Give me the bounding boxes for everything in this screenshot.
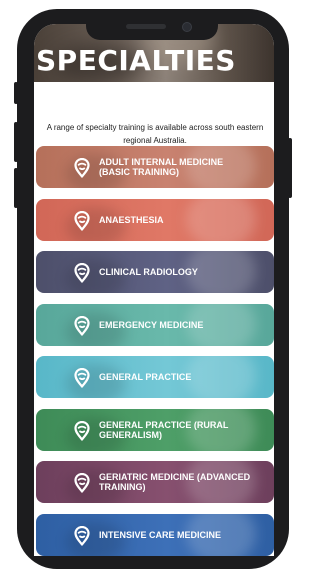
specialty-card[interactable]: CLINICAL RADIOLOGY [36, 251, 274, 293]
page-title: SPECIALTIES [36, 44, 236, 77]
location-pin-icon [74, 315, 90, 336]
location-pin-icon [74, 262, 90, 283]
location-pin-icon [74, 420, 90, 441]
specialty-card[interactable]: ANAESTHESIA [36, 198, 274, 241]
specialty-card[interactable]: INTENSIVE CARE MEDICINE [36, 513, 274, 556]
specialty-label: INTENSIVE CARE MEDICINE [99, 529, 222, 540]
specialty-label: ANAESTHESIA [99, 214, 164, 225]
camera-icon [182, 22, 192, 32]
specialty-card[interactable]: GENERAL PRACTICE [36, 356, 274, 398]
location-pin-icon [74, 210, 90, 231]
location-pin-icon [74, 472, 90, 493]
specialty-card[interactable]: EMERGENCY MEDICINE [36, 303, 274, 346]
specialty-label: GENERAL PRACTICE [99, 372, 192, 382]
mute-switch [14, 82, 18, 104]
specialty-label: GERIATRIC MEDICINE (ADVANCED TRAINING) [99, 472, 251, 492]
volume-up-button [14, 122, 18, 162]
power-button [288, 138, 292, 198]
specialty-label: EMERGENCY MEDICINE [99, 319, 204, 330]
phone-notch [86, 16, 218, 40]
specialty-card[interactable]: GERIATRIC MEDICINE (ADVANCED TRAINING) [36, 461, 274, 503]
specialty-label: CLINICAL RADIOLOGY [99, 267, 198, 277]
specialty-label: ADULT INTERNAL MEDICINE (BASIC TRAINING) [99, 157, 224, 177]
location-pin-icon [74, 157, 90, 178]
phone-screen: SPECIALTIES A range of specialty trainin… [34, 24, 274, 556]
intro-text: A range of specialty training is availab… [46, 123, 264, 145]
location-pin-icon [74, 367, 90, 388]
specialty-label: GENERAL PRACTICE (RURAL GENERALISM) [99, 419, 229, 440]
volume-down-button [14, 168, 18, 208]
location-pin-icon [74, 525, 90, 546]
specialty-card[interactable]: GENERAL PRACTICE (RURAL GENERALISM) [36, 408, 274, 451]
specialty-card[interactable]: ADULT INTERNAL MEDICINE (BASIC TRAINING) [36, 146, 274, 188]
